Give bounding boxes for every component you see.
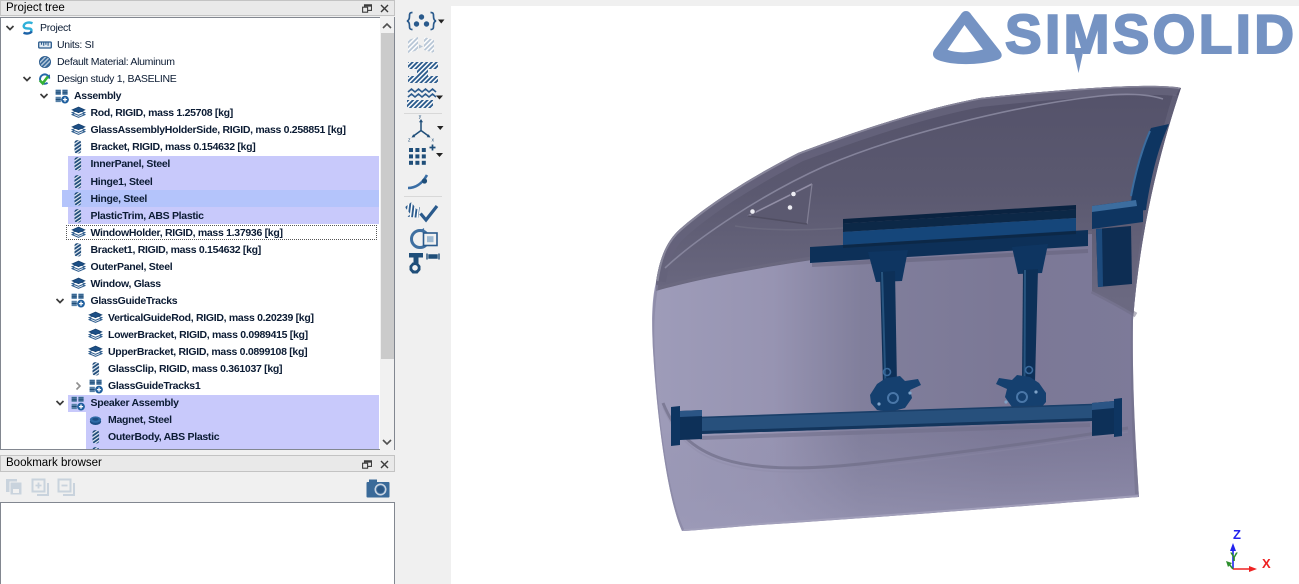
svg-text:Z: Z	[1233, 527, 1241, 542]
svg-text:X: X	[1262, 556, 1271, 571]
svg-text:Y: Y	[1230, 550, 1238, 564]
